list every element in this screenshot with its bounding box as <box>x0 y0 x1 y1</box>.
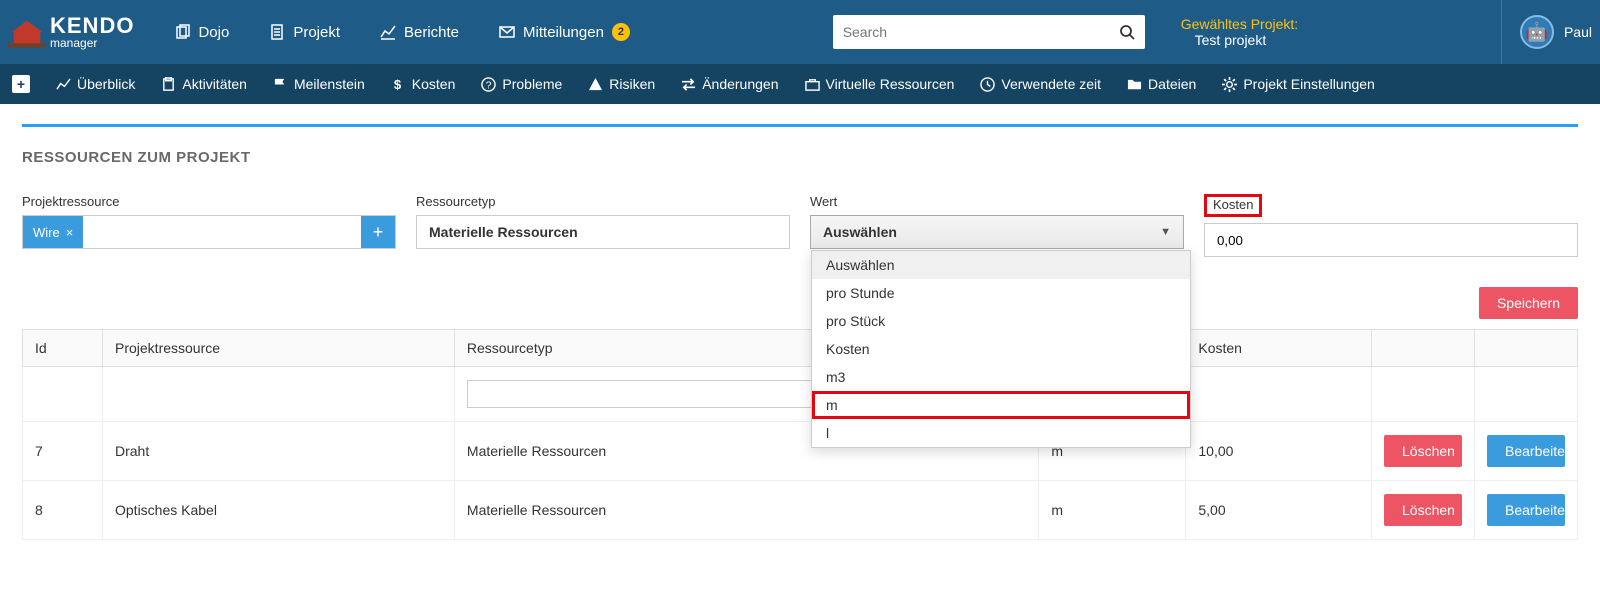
cell-id: 7 <box>23 422 103 481</box>
th-edit <box>1475 330 1578 367</box>
chart-line-icon <box>380 24 396 40</box>
cell-resource: Optisches Kabel <box>103 481 455 540</box>
resource-tag-input[interactable]: Wire × + <box>22 215 396 249</box>
edit-button[interactable]: Bearbeiten <box>1487 494 1565 526</box>
warning-icon <box>588 77 603 92</box>
resource-input[interactable] <box>83 216 361 248</box>
table-row: 8Optisches KabelMaterielle Ressourcenm5,… <box>23 481 1578 540</box>
cell-value: m <box>1039 481 1186 540</box>
flag-icon <box>273 77 288 92</box>
nav-label: Projekt <box>293 24 340 41</box>
subnav-meilenstein[interactable]: Meilenstein <box>273 76 365 92</box>
resource-label: Projektressource <box>22 194 396 209</box>
type-label: Ressourcetyp <box>416 194 790 209</box>
subnav-einstellungen[interactable]: Projekt Einstellungen <box>1222 76 1375 92</box>
page-title: RESSOURCEN ZUM PROJEKT <box>22 149 1578 166</box>
copy-icon <box>174 24 190 40</box>
selected-project-label: Gewähltes Projekt: <box>1181 16 1299 32</box>
top-nav: KENDO manager Dojo Projekt Berichte Mitt… <box>0 0 1600 64</box>
envelope-icon <box>499 24 515 40</box>
dollar-icon: $ <box>391 77 406 92</box>
cell-id: 8 <box>23 481 103 540</box>
tag-remove-icon[interactable]: × <box>66 225 74 240</box>
folder-icon <box>1127 77 1142 92</box>
th-resource[interactable]: Projektressource <box>103 330 455 367</box>
nav-mitteilungen[interactable]: Mitteilungen 2 <box>499 23 630 41</box>
chart-icon <box>56 77 71 92</box>
save-button[interactable]: Speichern <box>1479 287 1578 319</box>
nav-label: Berichte <box>404 24 459 41</box>
document-icon <box>269 24 285 40</box>
subnav-dateien[interactable]: Dateien <box>1127 76 1196 92</box>
gear-icon <box>1222 77 1237 92</box>
dropdown-option[interactable]: m3 <box>812 363 1190 391</box>
cost-label: Kosten <box>1204 194 1262 217</box>
search-input[interactable] <box>843 24 1119 40</box>
tag-text: Wire <box>33 225 60 240</box>
th-delete <box>1372 330 1475 367</box>
search-icon <box>1119 24 1135 40</box>
nav-berichte[interactable]: Berichte <box>380 24 459 41</box>
resource-table: Id Projektressource Ressourcetyp Wert Ko… <box>22 329 1578 540</box>
notification-badge: 2 <box>612 23 630 41</box>
add-button[interactable]: + <box>12 75 30 93</box>
th-cost[interactable]: Kosten <box>1186 330 1372 367</box>
nav-label: Dojo <box>198 24 229 41</box>
chevron-down-icon: ▼ <box>1160 226 1171 238</box>
logo[interactable]: KENDO manager <box>8 13 134 51</box>
question-icon: ? <box>481 77 496 92</box>
search-box[interactable] <box>833 15 1145 49</box>
subnav-zeit[interactable]: Verwendete zeit <box>980 76 1101 92</box>
user-menu[interactable]: 🤖 Paul <box>1501 0 1592 64</box>
value-selected: Auswählen <box>823 224 897 240</box>
dropdown-option[interactable]: Auswählen <box>812 251 1190 279</box>
cell-type: Materielle Ressourcen <box>454 481 1039 540</box>
dropdown-option[interactable]: l <box>812 419 1190 447</box>
clipboard-icon <box>161 77 176 92</box>
briefcase-icon <box>805 77 820 92</box>
subnav-uberblick[interactable]: Überblick <box>56 76 135 92</box>
logo-text-2: manager <box>50 37 134 49</box>
nav-projekt[interactable]: Projekt <box>269 24 340 41</box>
sub-nav: + Überblick Aktivitäten Meilenstein $Kos… <box>0 64 1600 104</box>
cost-input[interactable] <box>1204 223 1578 257</box>
table-row: 7DrahtMaterielle Ressourcenm10,00Löschen… <box>23 422 1578 481</box>
subnav-aktivitaten[interactable]: Aktivitäten <box>161 76 247 92</box>
dropdown-option[interactable]: Kosten <box>812 335 1190 363</box>
delete-button[interactable]: Löschen <box>1384 494 1462 526</box>
subnav-probleme[interactable]: ?Probleme <box>481 76 562 92</box>
cell-resource: Draht <box>103 422 455 481</box>
subnav-risiken[interactable]: Risiken <box>588 76 655 92</box>
selected-project-name: Test projekt <box>1163 32 1299 48</box>
svg-text:?: ? <box>486 80 492 91</box>
nav-dojo[interactable]: Dojo <box>174 24 229 41</box>
delete-button[interactable]: Löschen <box>1384 435 1462 467</box>
value-select[interactable]: Auswählen ▼ Auswählen pro Stunde pro Stü… <box>810 215 1184 249</box>
subnav-anderungen[interactable]: Änderungen <box>681 76 778 92</box>
dropdown-option[interactable]: pro Stück <box>812 307 1190 335</box>
subnav-virtuelle[interactable]: Virtuelle Ressourcen <box>805 76 955 92</box>
subnav-kosten[interactable]: $Kosten <box>391 76 456 92</box>
svg-text:$: $ <box>394 77 402 92</box>
dropdown-option-highlighted[interactable]: m <box>812 391 1190 419</box>
cell-cost: 5,00 <box>1186 481 1372 540</box>
nav-label: Mitteilungen <box>523 24 604 41</box>
resource-tag[interactable]: Wire × <box>23 216 83 248</box>
edit-button[interactable]: Bearbeiten <box>1487 435 1565 467</box>
cell-cost: 10,00 <box>1186 422 1372 481</box>
dropdown-option[interactable]: pro Stunde <box>812 279 1190 307</box>
th-id[interactable]: Id <box>23 330 103 367</box>
clock-icon <box>980 77 995 92</box>
user-name: Paul <box>1564 24 1592 40</box>
add-resource-button[interactable]: + <box>361 216 395 248</box>
avatar: 🤖 <box>1520 15 1554 49</box>
value-dropdown: Auswählen pro Stunde pro Stück Kosten m3… <box>811 250 1191 448</box>
exchange-icon <box>681 77 696 92</box>
logo-text-1: KENDO <box>50 15 134 37</box>
type-value: Materielle Ressourcen <box>416 215 790 249</box>
logo-icon <box>8 13 46 51</box>
value-label: Wert <box>810 194 1184 209</box>
